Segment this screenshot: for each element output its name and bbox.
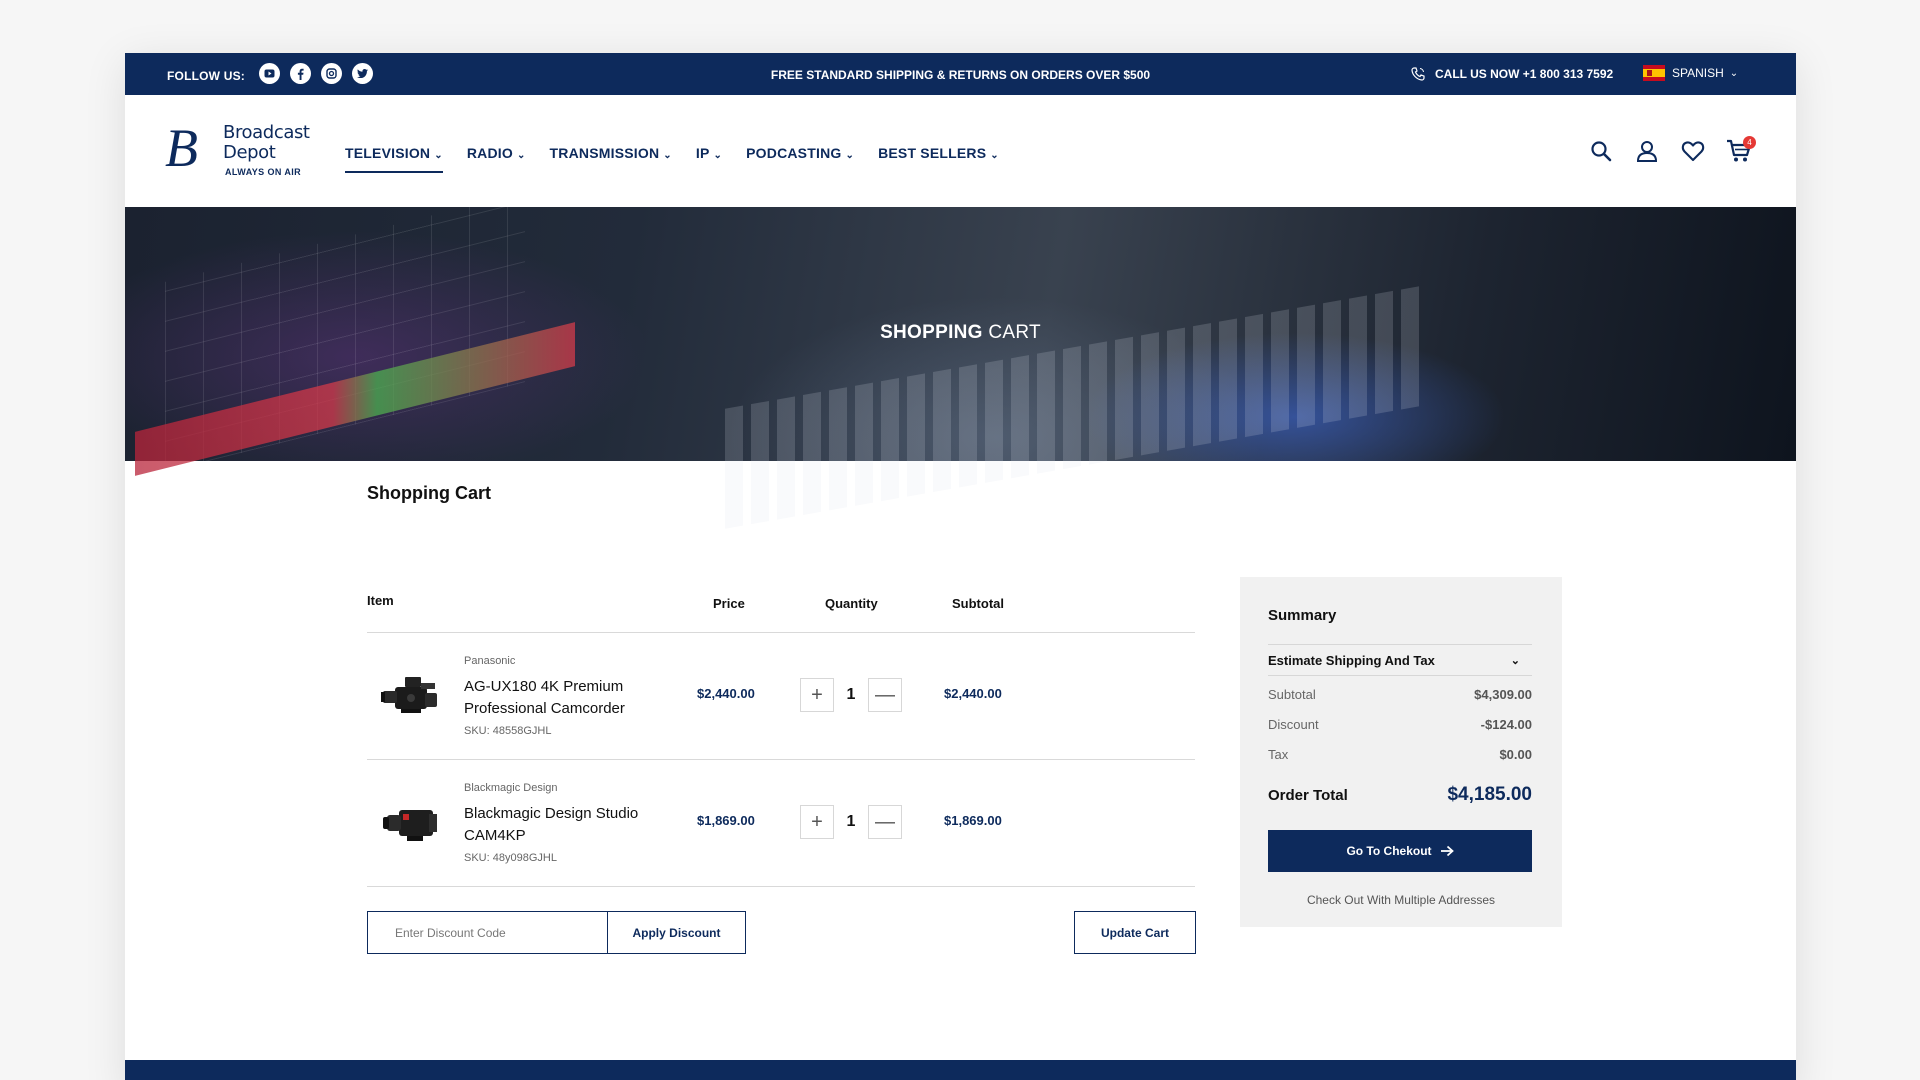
increase-quantity-button[interactable]: +	[800, 805, 834, 839]
chevron-down-icon: ⌄	[663, 150, 672, 161]
cart-row: Blackmagic Design Blackmagic Design Stud…	[367, 760, 1195, 887]
phone-icon	[1411, 67, 1425, 81]
summary-value: $4,309.00	[1474, 687, 1532, 702]
product-price: $1,869.00	[697, 813, 755, 828]
studio-camera-product-image[interactable]	[381, 798, 441, 844]
multiple-addresses-link[interactable]: Check Out With Multiple Addresses	[1240, 893, 1562, 907]
site-header: B Broadcast Depot ALWAYS ON AIR TELEVISIO…	[125, 95, 1796, 207]
summary-title: Summary	[1268, 607, 1337, 624]
call-us[interactable]: CALL US NOW +1 800 313 7592	[1411, 67, 1613, 81]
summary-label: Discount	[1268, 717, 1319, 732]
plus-icon: +	[811, 683, 823, 706]
chevron-down-icon: ⌄	[1510, 654, 1520, 667]
minus-icon: —	[875, 810, 895, 833]
header-price: Price	[713, 596, 745, 611]
header-item: Item	[367, 593, 394, 608]
header-quantity: Quantity	[825, 596, 878, 611]
cart-table-header: Item Price Quantity Subtotal	[367, 593, 1195, 633]
chevron-down-icon: ⌄	[516, 150, 526, 161]
product-brand: Panasonic	[464, 655, 516, 667]
quantity-stepper: + 1 —	[800, 678, 902, 712]
chevron-down-icon: ⌄	[845, 150, 855, 161]
nav-item-ip[interactable]: IP ⌄	[696, 145, 722, 173]
product-name-link[interactable]: AG-UX180 4K Premium Professional Camcord…	[464, 676, 664, 720]
cart-table: Item Price Quantity Subtotal Panasonic A…	[367, 593, 1195, 887]
nav-item-television[interactable]: TELEVISION ⌄	[345, 145, 443, 173]
main-nav: TELEVISION ⌄ RADIO ⌄ TRANSMISSION ⌄ IP ⌄ POD…	[345, 145, 1023, 173]
checkout-button[interactable]: Go To Chekout	[1268, 830, 1532, 872]
nav-item-podcasting[interactable]: PODCASTING ⌄	[746, 145, 854, 173]
decrease-quantity-button[interactable]: —	[868, 678, 902, 712]
spain-flag-icon	[1643, 65, 1665, 81]
summary-value: -$124.00	[1480, 717, 1532, 732]
hero-title-light: CART	[988, 322, 1041, 343]
decrease-quantity-button[interactable]: —	[868, 805, 902, 839]
cart-row: Panasonic AG-UX180 4K Premium Profession…	[367, 633, 1195, 760]
search-icon[interactable]	[1578, 135, 1624, 167]
nav-item-best-sellers[interactable]: BEST SELLERS ⌄	[878, 145, 999, 173]
header-icons: 4	[1578, 135, 1762, 167]
summary-label: Tax	[1268, 747, 1289, 762]
wishlist-heart-icon[interactable]	[1670, 135, 1716, 167]
logo-mark: B	[165, 118, 198, 178]
site-logo[interactable]: B Broadcast Depot ALWAYS ON AIR	[165, 118, 310, 183]
quantity-value[interactable]: 1	[834, 678, 868, 712]
call-us-text: CALL US NOW +1 800 313 7592	[1435, 67, 1614, 81]
header-subtotal: Subtotal	[952, 596, 1004, 611]
product-price: $2,440.00	[697, 686, 755, 701]
browser-page: FOLLOW US: FREE STANDARD SHIPPING & RETU…	[125, 53, 1796, 1080]
discount-code-input[interactable]	[367, 911, 607, 954]
quantity-stepper: + 1 —	[800, 805, 902, 839]
logo-name: Broadcast Depot	[223, 122, 310, 163]
minus-icon: —	[875, 683, 895, 706]
language-selector[interactable]: SPANISH ⌄	[1643, 65, 1738, 81]
apply-discount-button[interactable]: Apply Discount	[607, 911, 746, 954]
order-total-value: $4,185.00	[1447, 784, 1532, 805]
camcorder-product-image[interactable]	[381, 671, 441, 717]
arrow-right-icon	[1440, 845, 1454, 857]
language-label: SPANISH	[1672, 66, 1724, 80]
chevron-down-icon: ⌄	[990, 150, 999, 161]
cart-icon[interactable]: 4	[1716, 135, 1762, 167]
summary-row-tax: Tax $0.00	[1268, 747, 1532, 762]
summary-value: $0.00	[1499, 747, 1532, 762]
checkout-label: Go To Chekout	[1346, 844, 1432, 858]
chevron-down-icon: ⌄	[1729, 67, 1739, 79]
logo-tagline: ALWAYS ON AIR	[225, 167, 302, 177]
top-bar: FOLLOW US: FREE STANDARD SHIPPING & RETU…	[125, 53, 1796, 95]
summary-label: Subtotal	[1268, 687, 1316, 702]
hero-title: SHOPPING CART	[125, 322, 1796, 344]
nav-item-radio[interactable]: RADIO ⌄	[467, 145, 526, 173]
order-total: Order Total $4,185.00	[1268, 784, 1532, 806]
product-brand: Blackmagic Design	[464, 782, 558, 794]
nav-item-transmission[interactable]: TRANSMISSION ⌄	[550, 145, 672, 173]
chevron-down-icon: ⌄	[713, 150, 723, 161]
cart-count-badge: 4	[1743, 136, 1756, 149]
summary-row-subtotal: Subtotal $4,309.00	[1268, 687, 1532, 702]
order-summary: Summary Estimate Shipping And Tax ⌄ Subt…	[1240, 577, 1562, 927]
product-sku: SKU: 48558GJHL	[464, 725, 552, 737]
quantity-value[interactable]: 1	[834, 805, 868, 839]
chevron-down-icon: ⌄	[434, 150, 443, 161]
hero-banner: SHOPPING CART	[125, 192, 1796, 529]
update-cart-button[interactable]: Update Cart	[1074, 911, 1196, 954]
summary-row-discount: Discount -$124.00	[1268, 717, 1532, 732]
product-sku: SKU: 48y098GJHL	[464, 852, 557, 864]
account-icon[interactable]	[1624, 135, 1670, 167]
discount-form: Apply Discount	[367, 911, 746, 954]
estimate-shipping-toggle[interactable]: Estimate Shipping And Tax ⌄	[1268, 644, 1532, 676]
product-subtotal: $1,869.00	[944, 813, 1002, 828]
order-total-label: Order Total	[1268, 786, 1348, 804]
increase-quantity-button[interactable]: +	[800, 678, 834, 712]
plus-icon: +	[811, 810, 823, 833]
product-subtotal: $2,440.00	[944, 686, 1002, 701]
page-title: Shopping Cart	[367, 483, 491, 503]
hero-title-bold: SHOPPING	[880, 322, 983, 343]
estimate-shipping-label: Estimate Shipping And Tax	[1268, 652, 1435, 668]
site-footer	[125, 1060, 1796, 1080]
product-name-link[interactable]: Blackmagic Design Studio CAM4KP	[464, 803, 664, 847]
